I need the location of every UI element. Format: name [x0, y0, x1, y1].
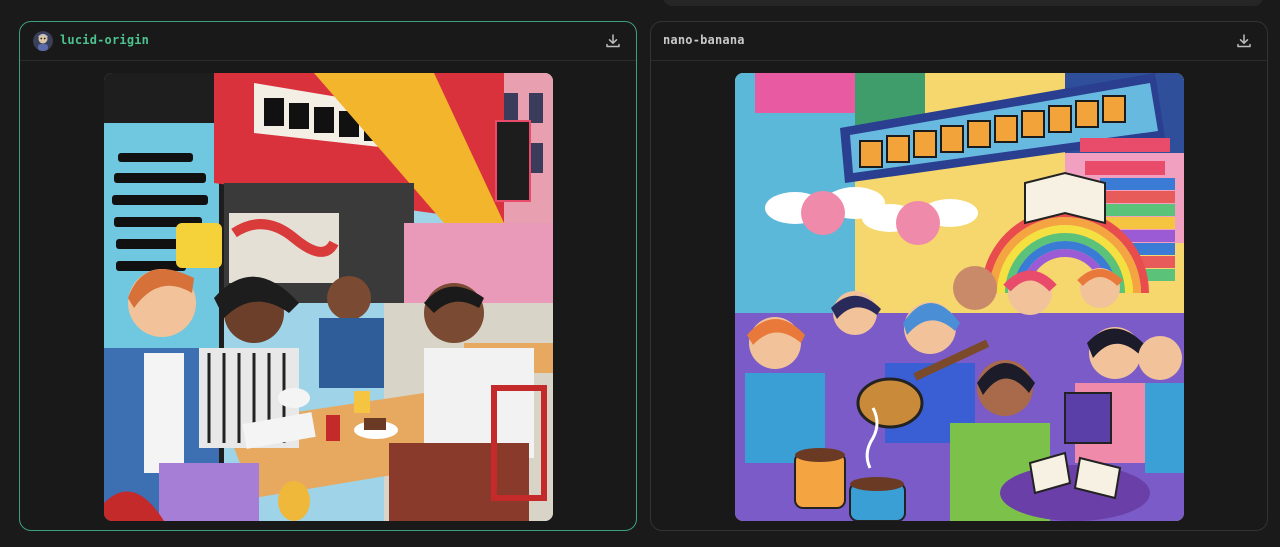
model-name-label: nano-banana [663, 33, 745, 47]
model-name-label: lucid-origin [60, 33, 150, 47]
generated-image-cafe-scene[interactable] [104, 73, 553, 521]
generated-image-library-scene[interactable] [735, 73, 1184, 521]
download-icon[interactable] [1235, 32, 1253, 50]
model-result-card-lucid-origin[interactable]: lucid-origin [19, 21, 637, 531]
model-result-card-nano-banana[interactable]: nano-banana [650, 21, 1268, 531]
top-search-bar-edge [663, 0, 1263, 6]
robot-portrait-icon [33, 31, 53, 51]
card-header: lucid-origin [20, 22, 636, 61]
card-header: nano-banana [651, 22, 1267, 61]
download-icon[interactable] [604, 32, 622, 50]
